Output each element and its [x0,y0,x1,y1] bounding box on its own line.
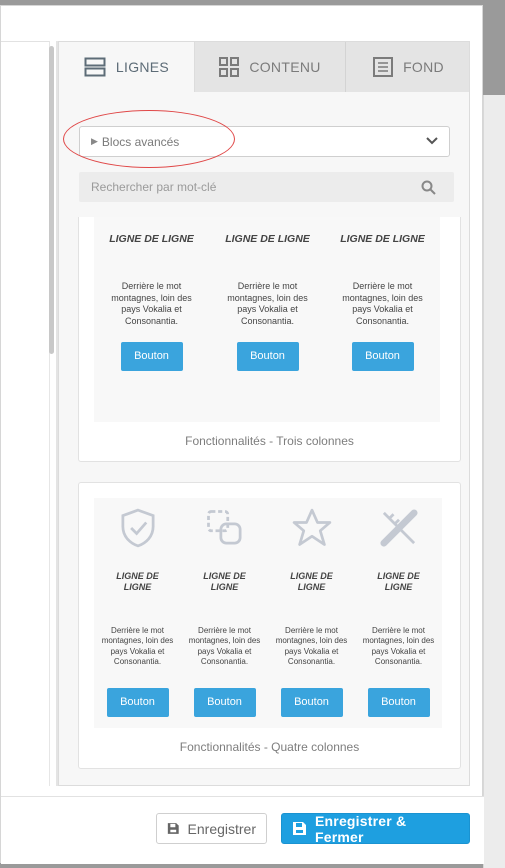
editor-modal: LIGNES CONTENU FOND ▶ Blocs avancés Rech… [0,5,484,864]
save-and-close-label: Enregistrer & Fermer [315,812,407,845]
floppy-disk-icon [167,823,179,834]
block-caption: Fonctionnalités - Trois colonnes [185,434,354,448]
category-select[interactable]: ▶ Blocs avancés [79,126,450,157]
block-column: LIGNE DE LIGNE Derrière le mot montagnes,… [94,217,209,422]
search-icon[interactable] [421,180,436,195]
block-column-text: Derrière le mot montagnes, loin des pays… [227,281,308,327]
block-preview: LIGNE DE LIGNE Derrière le mot montagnes,… [94,217,440,422]
block-column-heading: LIGNE DE LIGNE [116,571,159,592]
pencil-ruler-icon [379,509,418,547]
block-column: LIGNE DE LIGNE Derrière le mot montagnes,… [268,498,355,728]
tab-contenu-label: CONTENU [249,59,321,75]
block-column: LIGNE DE LIGNE Derrière le mot montagnes,… [181,498,268,728]
block-column-button: Bouton [193,688,256,717]
block-column-button: Bouton [280,688,343,717]
canvas-scrollbar[interactable] [49,46,54,354]
block-column-button: Bouton [106,688,169,717]
save-and-close-button[interactable]: Enregistrer & Fermer [281,812,470,845]
shapes-icon [206,510,241,545]
panel-tabs: LIGNES CONTENU FOND [59,42,469,92]
modal-footer: Enregistrer Enregistrer & Fermer [1,796,484,864]
block-column-text: Derrière le mot montagnes, loin des pays… [111,281,192,327]
block-caption: Fonctionnalités - Quatre colonnes [179,740,360,754]
block-column-button: Bouton [120,342,183,371]
block-column: LIGNE DE LIGNE Derrière le mot montagnes,… [210,217,325,422]
block-column-button: Bouton [367,688,430,717]
block-column-text: Derrière le mot montagnes, loin des pays… [275,626,348,667]
block-column-heading: LIGNE DE LIGNE [203,571,246,592]
block-column-text: Derrière le mot montagnes, loin des pays… [342,281,423,327]
block-column-heading: LIGNE DE LIGNE [225,233,310,245]
tab-fond[interactable]: FOND [346,42,469,92]
block-column-heading: LIGNE DE LIGNE [377,571,420,592]
search-placeholder: Rechercher par mot-clé [91,180,217,194]
block-column-text: Derrière le mot montagnes, loin des pays… [188,626,261,667]
search-input[interactable]: Rechercher par mot-clé [79,172,454,202]
block-column-heading: LIGNE DE LIGNE [340,233,425,245]
blocks-list: LIGNE DE LIGNE Derrière le mot montagnes,… [59,217,469,785]
grid-icon [219,57,240,77]
shield-check-icon [121,508,154,548]
tab-lignes[interactable]: LIGNES [59,42,195,92]
block-column-heading: LIGNE DE LIGNE [290,571,333,592]
tab-contenu[interactable]: CONTENU [195,42,346,92]
block-column: LIGNE DE LIGNE Derrière le mot montagnes,… [325,217,440,422]
block-column-button: Bouton [236,342,299,371]
block-preview: LIGNE DE LIGNE Derrière le mot montagnes,… [94,498,442,728]
block-column-text: Derrière le mot montagnes, loin des pays… [362,626,435,667]
block-column-button: Bouton [351,342,414,371]
block-column: LIGNE DE LIGNE Derrière le mot montagnes,… [94,498,181,728]
block-card-three-columns[interactable]: LIGNE DE LIGNE Derrière le mot montagnes,… [78,217,461,462]
floppy-disk-icon [293,822,306,835]
block-column-text: Derrière le mot montagnes, loin des pays… [101,626,174,667]
block-column: LIGNE DE LIGNE Derrière le mot montagnes,… [355,498,442,728]
category-select-value: Blocs avancés [101,134,180,149]
tab-fond-label: FOND [403,59,444,75]
save-button-label: Enregistrer [187,820,256,837]
background-page-edge [483,95,505,868]
canvas-pane [1,41,50,786]
rows-icon [84,57,106,77]
blocks-panel: LIGNES CONTENU FOND ▶ Blocs avancés Rech… [58,41,470,786]
background-icon [373,57,394,77]
star-icon [292,508,331,546]
caret-right-icon: ▶ [91,136,98,146]
block-column-heading: LIGNE DE LIGNE [109,233,194,245]
chevron-down-icon [426,137,438,145]
block-card-four-columns[interactable]: LIGNE DE LIGNE Derrière le mot montagnes,… [78,482,461,769]
tab-lignes-label: LIGNES [115,59,170,75]
save-button[interactable]: Enregistrer [156,813,267,844]
